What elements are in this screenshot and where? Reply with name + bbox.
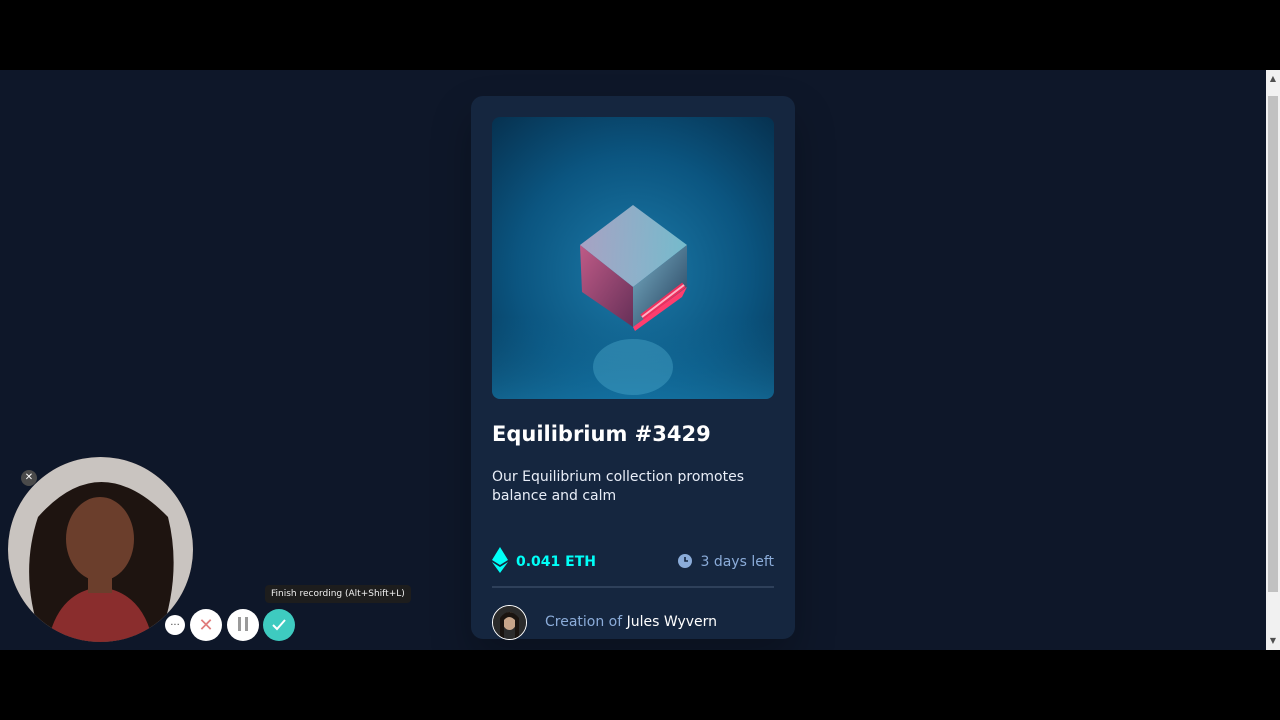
clock-icon — [678, 553, 693, 572]
cancel-recording-button[interactable]: ✕ — [190, 609, 222, 641]
pause-icon — [237, 616, 249, 635]
price-row: 0.041 ETH — [492, 547, 596, 577]
nft-image[interactable] — [492, 117, 774, 399]
creator-row: Creation of Jules Wyvern — [492, 604, 717, 640]
time-left: 3 days left — [700, 554, 774, 570]
more-icon[interactable]: ··· — [165, 615, 185, 635]
check-icon — [272, 616, 286, 635]
price-value: 0.041 ETH — [516, 554, 596, 570]
finish-recording-button[interactable] — [263, 609, 295, 641]
vertical-scrollbar[interactable]: ▲ ▼ — [1266, 70, 1280, 650]
close-icon[interactable]: ✕ — [21, 470, 37, 486]
pause-recording-button[interactable] — [227, 609, 259, 641]
finish-recording-tooltip: Finish recording (Alt+Shift+L) — [265, 585, 411, 603]
scroll-up-icon[interactable]: ▲ — [1266, 72, 1280, 86]
creator-avatar — [492, 604, 527, 640]
creator-name[interactable]: Jules Wyvern — [627, 614, 717, 630]
nft-card: Equilibrium #3429 Our Equilibrium collec… — [471, 96, 795, 640]
scrollbar-thumb[interactable] — [1268, 96, 1278, 592]
nft-title[interactable]: Equilibrium #3429 — [492, 422, 711, 446]
time-row: 3 days left — [678, 548, 774, 576]
creator-prefix: Creation of — [545, 614, 623, 630]
creator-credit: Creation of Jules Wyvern — [545, 614, 717, 630]
scroll-down-icon[interactable]: ▼ — [1266, 634, 1280, 648]
webcam-bubble[interactable] — [8, 457, 193, 642]
nft-description: Our Equilibrium collection promotes bala… — [492, 469, 744, 504]
card-divider — [492, 586, 774, 588]
ethereum-icon — [492, 547, 508, 577]
equilibrium-cube-image — [492, 117, 774, 399]
